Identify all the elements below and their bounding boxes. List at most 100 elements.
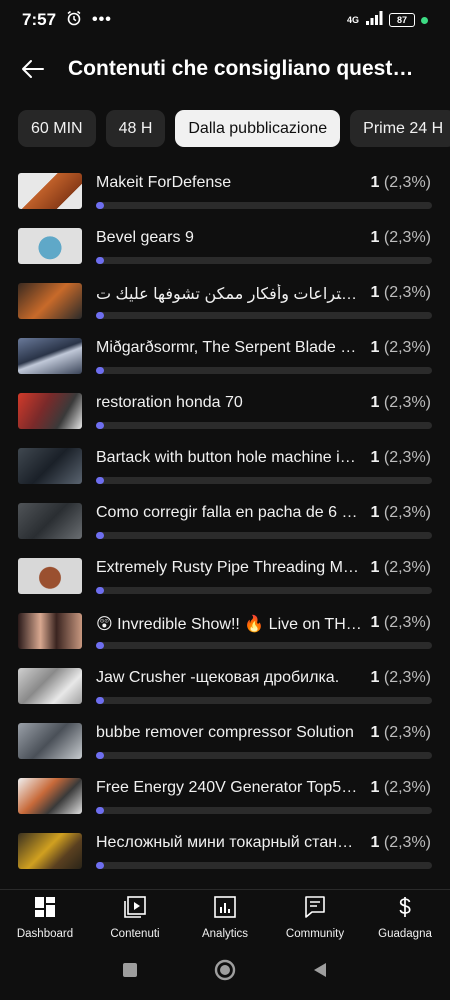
video-title: 😲 Invredible Show!! 🔥 Live on TH… [96,616,362,633]
nav-guadagna[interactable]: Guadagna [360,890,450,945]
progress-fill [96,532,104,539]
count-value: 1 [370,834,380,851]
video-row[interactable]: 😲 Invredible Show!! 🔥 Live on TH… 1 (2,3%… [0,605,450,660]
bottom-nav: Dashboard Contenuti Analytics Community … [0,889,450,945]
filter-chip[interactable]: 48 H [105,110,166,147]
count-value: 1 [370,504,380,521]
recents-icon[interactable] [121,961,139,984]
video-row[interactable]: Extremely Rusty Pipe Threading Ma… 1 (2,3… [0,550,450,605]
video-row[interactable]: Free Energy 240V Generator Top5… 1 (2,3%) [0,770,450,825]
video-count: 1 (2,3%) [371,614,431,632]
video-title: restoration honda 70 [96,394,243,411]
count-percent: (2,3%) [383,834,431,851]
recommending-videos-list: Makeit ForDefense 1 (2,3%) Bevel gears 9 1 … [0,165,450,887]
video-row[interactable]: Miðgarðsormr, The Serpent Blade V… 1 (2,3… [0,330,450,385]
filter-chip[interactable]: 60 MIN [18,110,96,147]
nav-analytics[interactable]: Analytics [180,890,270,945]
progress-track [96,257,432,264]
count-percent: (2,3%) [383,614,431,631]
progress-fill [96,862,104,869]
count-value: 1 [370,449,380,466]
video-title: Makeit ForDefense [96,174,232,191]
video-row[interactable]: أقوى اختراعات وأفكار ممكن تشوفها عليك ت…… [0,275,450,330]
video-row[interactable]: restoration honda 70 1 (2,3%) [0,385,450,440]
progress-track [96,752,432,759]
video-thumbnail [18,393,82,429]
privacy-dot [421,16,428,24]
arrow-left-icon[interactable] [18,54,48,84]
video-title: Bevel gears 9 [96,229,194,246]
signal-icon [365,10,383,30]
count-value: 1 [370,284,380,301]
video-count: 1 (2,3%) [371,559,431,577]
video-title: Несложный мини токарный стан… [96,834,354,851]
video-row[interactable]: Makeit ForDefense 1 (2,3%) [0,165,450,220]
back-icon[interactable] [311,961,329,984]
progress-fill [96,422,104,429]
progress-fill [96,697,104,704]
progress-track [96,367,432,374]
more-notifications-icon: ••• [92,11,112,28]
video-count: 1 (2,3%) [371,339,431,357]
video-row[interactable]: Bartack with button hole machine i… 1 (2,… [0,440,450,495]
nav-community[interactable]: Community [270,890,360,945]
video-title: Jaw Crusher -щековая дробилка. [96,669,340,686]
progress-track [96,477,432,484]
video-count: 1 (2,3%) [371,779,431,797]
video-title: bubbe remover compressor Solution [96,724,354,741]
page-title: Contenuti che consigliano quest… [68,57,414,80]
video-thumbnail [18,613,82,649]
nav-contenuti-label: Contenuti [110,928,160,940]
dollar-icon [393,895,417,924]
video-count: 1 (2,3%) [371,834,431,852]
video-row[interactable]: Несложный мини токарный стан… 1 (2,3%) [0,825,450,880]
video-thumbnail [18,173,82,209]
app-header: Contenuti che consigliano quest… [0,40,450,98]
filter-chip[interactable]: Dalla pubblicazione [175,110,341,147]
battery-indicator: 87 [389,13,415,27]
video-title: أقوى اختراعات وأفكار ممكن تشوفها عليك ت… [96,286,364,303]
video-row[interactable]: bubbe remover compressor Solution 1 (2,3%… [0,715,450,770]
filter-chip[interactable]: Prime 24 H [350,110,450,147]
video-thumbnail [18,448,82,484]
count-value: 1 [370,339,380,356]
video-count: 1 (2,3%) [371,504,431,522]
analytics-icon [213,895,237,924]
progress-track [96,312,432,319]
video-thumbnail [18,833,82,869]
video-count: 1 (2,3%) [371,174,431,192]
nav-community-label: Community [285,928,345,940]
video-row[interactable]: Como corregir falla en pacha de 6 v… 1 (2… [0,495,450,550]
video-thumbnail [18,558,82,594]
count-percent: (2,3%) [383,779,431,796]
nav-guadagna-label: Guadagna [378,928,432,940]
nav-dashboard[interactable]: Dashboard [0,890,90,945]
progress-track [96,642,432,649]
progress-fill [96,642,104,649]
network-type: 4G [346,15,359,25]
nav-contenuti[interactable]: Contenuti [90,890,180,945]
video-thumbnail [18,283,82,319]
progress-fill [96,477,104,484]
video-thumbnail [18,723,82,759]
video-title: Como corregir falla en pacha de 6 v… [96,504,364,521]
count-percent: (2,3%) [383,669,431,686]
count-value: 1 [370,669,380,686]
clock: 7:57 [22,10,57,29]
video-thumbnail [18,668,82,704]
count-percent: (2,3%) [383,339,431,356]
video-thumbnail [18,503,82,539]
count-percent: (2,3%) [383,394,431,411]
home-icon[interactable] [213,958,237,987]
progress-track [96,532,432,539]
count-percent: (2,3%) [383,174,431,191]
progress-track [96,422,432,429]
video-thumbnail [18,338,82,374]
progress-fill [96,202,104,209]
video-row[interactable]: Jaw Crusher -щековая дробилка. 1 (2,3%) [0,660,450,715]
count-percent: (2,3%) [383,284,431,301]
video-count: 1 (2,3%) [371,449,431,467]
nav-analytics-label: Analytics [201,928,249,940]
count-value: 1 [370,724,380,741]
video-row[interactable]: Bevel gears 9 1 (2,3%) [0,220,450,275]
